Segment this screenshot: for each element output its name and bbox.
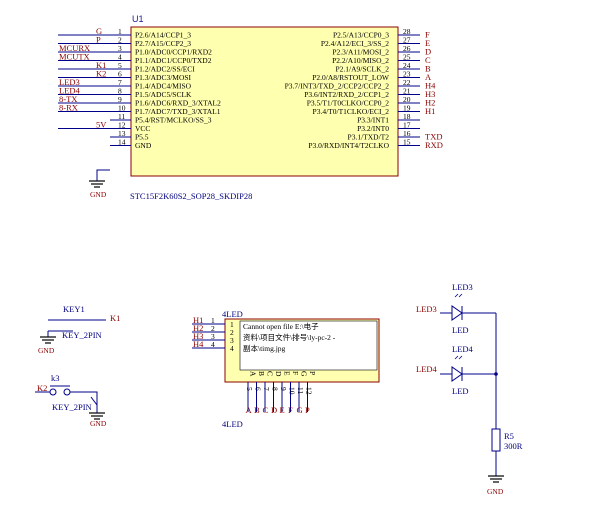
led3-net-label: LED3 <box>416 304 437 314</box>
u1-gnd-label: GND <box>90 190 107 199</box>
led3-part-name: LED <box>452 325 469 335</box>
u1-net-label: MCUTX <box>59 52 90 62</box>
u1-net-label: K2 <box>96 69 106 79</box>
error-line-2: 资料\项目文件\排号\ly-pc-2 - <box>243 332 336 342</box>
u1-net-label: 5V <box>96 120 107 130</box>
led-module-pin-number: 9 <box>279 387 288 391</box>
led-module-pin-number: 11 <box>296 387 305 394</box>
key1-gnd-label: GND <box>38 346 55 355</box>
led-module-pin-name: P <box>308 371 317 375</box>
led-module-net-label: C <box>263 405 269 415</box>
led-module-part-name: 4LED <box>222 419 243 429</box>
led-module-net-label: F <box>288 405 293 415</box>
led-module-net-label: B <box>254 405 260 415</box>
led-module-pin-number: 10 <box>288 387 297 395</box>
led-module-pin-number: 12 <box>305 387 314 395</box>
led-module-pin-number: 6 <box>254 387 263 391</box>
led-module[interactable]: 4LED Cannot open file E:\电子 资料\项目文件\排号\l… <box>192 309 380 429</box>
led-module-net-label: D <box>271 405 277 415</box>
led-module-net-label: E <box>280 405 285 415</box>
r5-value: 300R <box>504 441 523 451</box>
led-module-pin-name: G <box>300 371 309 377</box>
led-module-pin-name: B <box>257 371 266 376</box>
led-module-pin-index: 4 <box>230 344 234 353</box>
led-module-pin-name: F <box>291 371 300 375</box>
led-module-pin-number: 5 <box>245 387 254 391</box>
u1-part-name: STC15F2K60S2_SOP28_SKDIP28 <box>130 191 252 201</box>
led-module-pin-name: A <box>249 371 258 377</box>
u1-pin-number: 15 <box>403 138 411 147</box>
error-line-1: Cannot open file E:\电子 <box>243 321 319 331</box>
led-module-pin-name: C <box>266 371 275 376</box>
r5-gnd-label: GND <box>487 487 504 496</box>
key1-part-name: KEY_2PIN <box>62 330 102 340</box>
schematic-canvas: U1 1 P2.6/A14/CCP1_3G2 P2.7/A15/CCP2_3P3 P1… <box>35 14 523 496</box>
led-module-pin-name: D <box>274 371 283 377</box>
r5-resistor[interactable]: R5 300R GND <box>487 313 523 496</box>
k3-designator: k3 <box>51 373 60 383</box>
led-module-pin-number: 4 <box>211 340 215 349</box>
led3[interactable]: LED3 LED3 LED <box>416 282 496 335</box>
led3-designator: LED3 <box>452 282 473 292</box>
u1-pin-number: 14 <box>118 138 126 147</box>
u1-pin-name: GND <box>135 141 152 150</box>
led-module-designator: 4LED <box>222 309 243 319</box>
u1-mcu[interactable]: U1 1 P2.6/A14/CCP1_3G2 P2.7/A15/CCP2_3P3 P1… <box>58 14 443 201</box>
led-module-pin-name: E <box>283 371 292 376</box>
k3-net-label: K2 <box>37 383 47 393</box>
k3-switch[interactable]: k3 K2 KEY_2PIN GND <box>35 373 107 428</box>
led-module-pin-number: 8 <box>271 387 280 391</box>
led4-net-label: LED4 <box>416 364 438 374</box>
led-module-net-label: H4 <box>193 339 204 349</box>
k3-gnd-label: GND <box>90 419 107 428</box>
led-module-net-label: A <box>246 405 253 415</box>
led4[interactable]: LED4 LED4 LED <box>416 344 496 396</box>
u1-designator: U1 <box>132 14 144 24</box>
key1-net-label: K1 <box>110 313 120 323</box>
u1-net-label: 8-RX <box>59 103 78 113</box>
led-module-pin-number: 7 <box>262 387 271 391</box>
error-line-3: 副本\timg.jpg <box>243 343 286 353</box>
u1-net-label: RXD <box>425 140 443 150</box>
r5-designator: R5 <box>504 431 514 441</box>
led4-designator: LED4 <box>452 344 474 354</box>
u1-pin-name: P3.0/RXD/INT4/T2CLKO <box>308 141 389 150</box>
u1-net-label: H1 <box>425 106 435 116</box>
led-module-net-label: P <box>305 405 310 415</box>
u1-ground-symbol: GND <box>89 169 110 199</box>
key1-designator: KEY1 <box>63 304 85 314</box>
key1-switch[interactable]: KEY1 K1 KEY_2PIN GND <box>38 304 120 355</box>
led4-part-name: LED <box>452 386 469 396</box>
led-module-net-label: G <box>297 405 303 415</box>
u1-net-label: P <box>96 35 101 45</box>
k3-part-name: KEY_2PIN <box>52 402 92 412</box>
